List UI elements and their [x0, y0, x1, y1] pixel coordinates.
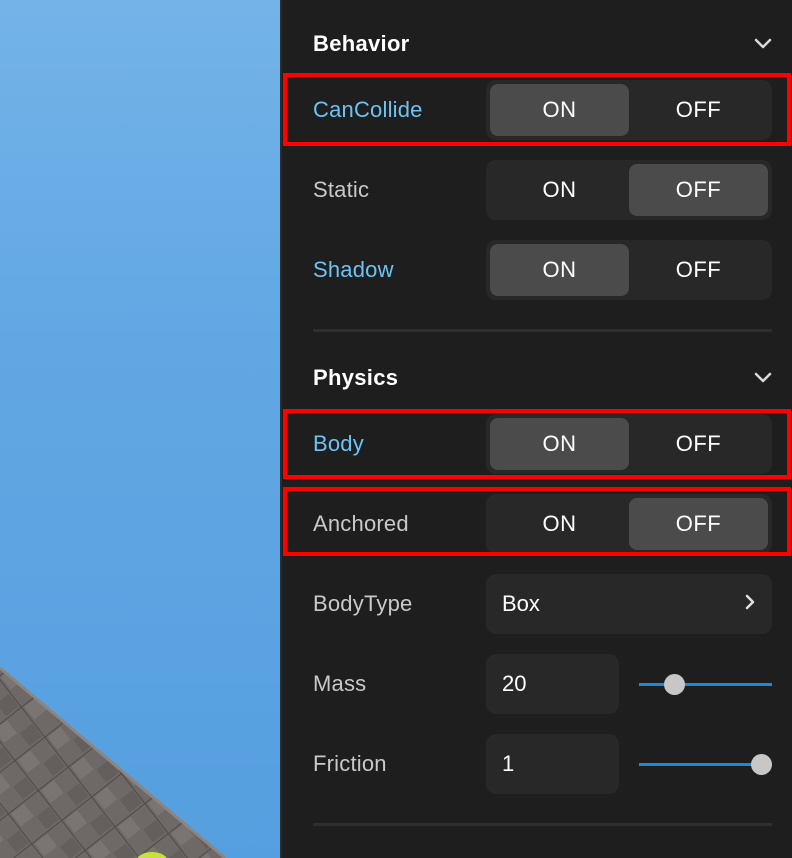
toggle-off-option[interactable]: OFF [629, 418, 768, 470]
slider-thumb[interactable] [663, 674, 685, 695]
scene-floor [0, 666, 226, 858]
toggle-on-option[interactable]: ON [490, 164, 629, 216]
physics-section-header[interactable]: Physics [313, 363, 773, 393]
friction-slider[interactable] [639, 734, 773, 794]
properties-panel: Behavior CanCollide ON OFF Static ON OFF… [282, 0, 792, 858]
chevron-down-icon[interactable] [753, 34, 773, 54]
friction-input[interactable]: 1 [486, 734, 619, 794]
toggle-off-option[interactable]: OFF [629, 244, 768, 296]
section-title: Behavior [313, 31, 410, 56]
property-row-friction: Friction 1 [313, 734, 773, 794]
bodytype-select[interactable]: Box [486, 574, 772, 634]
property-label: BodyType [313, 591, 413, 616]
section-title: Physics [313, 365, 399, 390]
section-divider [313, 823, 772, 826]
property-row-shadow: Shadow ON OFF [313, 240, 772, 300]
scene-viewport[interactable] [0, 0, 281, 858]
property-row-mass: Mass 20 [313, 654, 772, 714]
section-divider [313, 329, 772, 332]
select-value: Box [502, 591, 540, 616]
chevron-down-icon[interactable] [753, 368, 773, 388]
mass-input[interactable]: 20 [486, 654, 619, 714]
property-row-body: Body ON OFF [313, 414, 772, 474]
toggle-on-option[interactable]: ON [490, 84, 629, 136]
property-label: Shadow [313, 257, 394, 282]
slider-track [639, 683, 772, 686]
shadow-toggle[interactable]: ON OFF [486, 240, 772, 300]
static-toggle[interactable]: ON OFF [486, 160, 772, 220]
cancollide-toggle[interactable]: ON OFF [486, 80, 772, 140]
anchored-toggle[interactable]: ON OFF [486, 494, 772, 554]
property-row-bodytype: BodyType Box [313, 574, 772, 634]
toggle-off-option[interactable]: OFF [629, 164, 768, 216]
property-row-anchored: Anchored ON OFF [313, 494, 772, 554]
behavior-section-header[interactable]: Behavior [313, 29, 773, 59]
toggle-off-option[interactable]: OFF [629, 498, 768, 550]
mass-slider[interactable] [639, 654, 772, 714]
property-row-static: Static ON OFF [313, 160, 772, 220]
property-label: Static [313, 177, 370, 202]
property-label: Friction [313, 751, 387, 776]
toggle-on-option[interactable]: ON [490, 498, 629, 550]
toggle-on-option[interactable]: ON [490, 244, 629, 296]
slider-thumb[interactable] [751, 754, 773, 775]
chevron-right-icon [744, 593, 756, 616]
property-row-cancollide: CanCollide ON OFF [313, 80, 772, 140]
toggle-off-option[interactable]: OFF [629, 84, 768, 136]
property-label: Anchored [313, 511, 409, 536]
property-label: Mass [313, 671, 367, 696]
property-label: Body [313, 431, 364, 456]
toggle-on-option[interactable]: ON [490, 418, 629, 470]
property-label: CanCollide [313, 97, 423, 122]
body-toggle[interactable]: ON OFF [486, 414, 772, 474]
